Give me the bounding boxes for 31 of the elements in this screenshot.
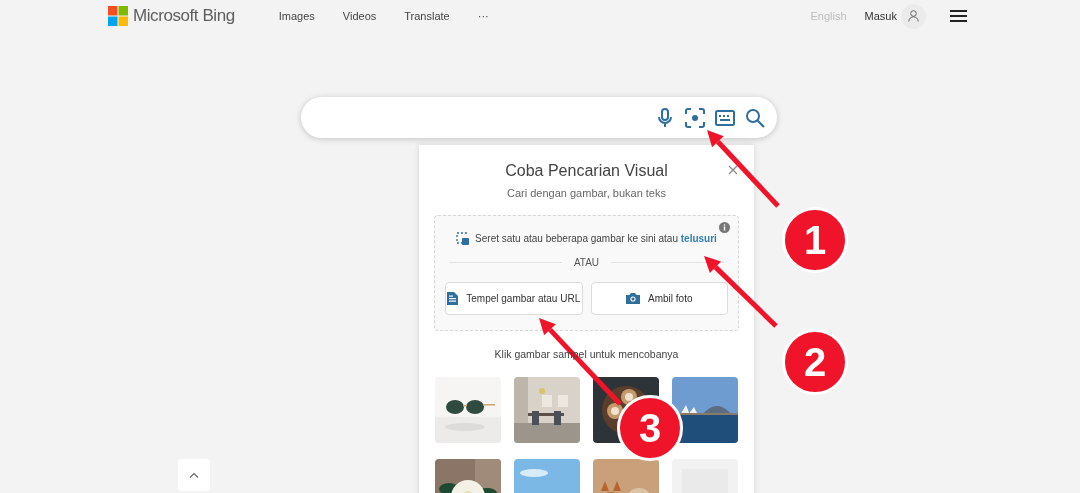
keyboard-icon[interactable] — [715, 109, 735, 126]
paste-image-button[interactable]: Tempel gambar atau URL — [445, 281, 583, 315]
logo-text[interactable]: Microsoft Bing — [133, 3, 235, 29]
logo-icon — [108, 6, 128, 26]
nav-link[interactable]: Translate — [404, 7, 450, 25]
panel-title: Coba Pencarian Visual — [504, 161, 669, 181]
step-number: 2 — [782, 329, 848, 395]
menu-icon[interactable] — [950, 10, 967, 22]
close-icon[interactable] — [728, 165, 738, 175]
search-field[interactable] — [301, 97, 777, 138]
divider-label: ATAU — [573, 255, 600, 270]
panel-subtitle: Cari dengan gambar, bukan teks — [506, 186, 667, 201]
drop-zone[interactable]: Seret satu atau beberapa gambar ke sini atau telusuri ATAU Tempel gambar atau URL Ambil foto — [434, 214, 739, 331]
take-photo-button[interactable]: Ambil foto — [590, 281, 728, 315]
image-drop-icon — [456, 231, 470, 245]
camera-search-icon[interactable] — [685, 107, 705, 128]
browse-link[interactable]: telusuri — [680, 232, 717, 244]
drop-instructions: Seret satu atau beberapa gambar ke sini atau telusuri — [475, 231, 717, 246]
camera-icon — [626, 292, 640, 304]
nav-link[interactable]: Images — [278, 7, 315, 25]
nav-link[interactable]: ··· — [477, 7, 489, 25]
search-icon[interactable] — [745, 107, 765, 128]
chevron-up-icon — [189, 472, 199, 478]
step-number: 1 — [782, 207, 848, 273]
sign-in-link[interactable]: Masuk — [864, 7, 897, 25]
avatar-button[interactable] — [901, 3, 926, 29]
info-icon[interactable] — [719, 221, 730, 233]
document-icon — [447, 291, 459, 305]
person-icon — [908, 10, 919, 22]
microphone-icon[interactable] — [655, 107, 675, 128]
nav-link[interactable]: Videos — [342, 7, 377, 25]
